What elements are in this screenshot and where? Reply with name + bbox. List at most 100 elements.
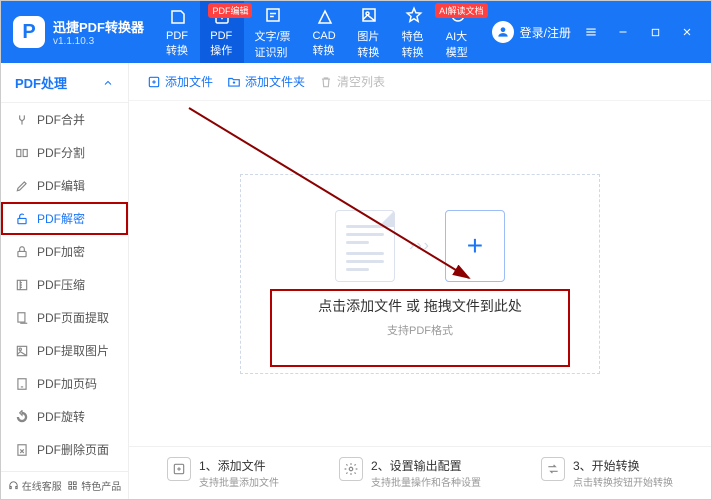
lock-icon [15,245,29,259]
add-folder-label: 添加文件夹 [245,73,305,90]
sidebar-header[interactable]: PDF处理 [1,63,128,103]
convert-icon [168,7,188,27]
split-icon [15,146,29,160]
step-sub: 点击转换按钮开始转换 [573,474,673,489]
tab-ocr[interactable]: 文字/票证识别 [244,1,302,63]
star-icon [404,5,424,25]
tab-pdf-convert[interactable]: PDF转换 [156,1,200,63]
clear-list-label: 清空列表 [337,73,385,90]
tab-label: 文字/票证识别 [254,28,292,60]
sidebar-item-decrypt[interactable]: PDF解密 [1,202,128,235]
products-button[interactable]: 特色产品 [67,478,121,493]
step-title: 1、添加文件 [199,457,279,474]
step-title: 3、开始转换 [573,457,673,474]
step-sub: 支持批量操作和各种设置 [371,474,481,489]
extract-page-icon [15,311,29,325]
add-folder-icon [227,75,241,89]
app-header: P 迅捷PDF转换器 v1.1.10.3 PDF转换 PDF编辑 PDF操作 文… [1,1,711,63]
extract-image-icon [15,344,29,358]
step-title: 2、设置输出配置 [371,457,481,474]
sidebar-item-label: PDF分割 [37,144,85,161]
arrow-dots-icon: ››› [409,237,431,255]
sidebar: PDF处理 PDF合并 PDF分割 PDF编辑 PDF解密 PDF加密 PDF压… [1,63,129,499]
cad-icon [315,7,335,27]
tab-cad[interactable]: CAD转换 [302,1,347,63]
ocr-icon [263,5,283,25]
app-title: 迅捷PDF转换器 [53,17,144,36]
products-label: 特色产品 [81,478,121,493]
sidebar-item-compress[interactable]: PDF压缩 [1,268,128,301]
logo-area: P 迅捷PDF转换器 v1.1.10.3 [1,16,156,48]
login-label: 登录/注册 [520,24,571,41]
drop-sub-text: 支持PDF格式 [387,322,453,338]
tab-ai[interactable]: AI解读文档 AI大模型 [436,1,480,63]
close-button[interactable] [675,20,699,44]
tab-pdf-operate[interactable]: PDF编辑 PDF操作 [200,1,244,63]
chevron-up-icon [102,77,114,89]
drop-zone[interactable]: ››› + 点击添加文件 或 拖拽文件到此处 支持PDF格式 [240,174,600,374]
add-file-button[interactable]: 添加文件 [147,73,213,90]
document-icon [335,210,395,282]
sidebar-item-label: PDF解密 [37,210,85,227]
tab-image[interactable]: 图片转换 [347,1,391,63]
image-icon [359,5,379,25]
rotate-icon [15,410,29,424]
sidebar-item-label: PDF加密 [37,243,85,260]
sidebar-item-label: PDF提取图片 [37,342,109,359]
merge-icon [15,113,29,127]
sidebar-item-label: PDF编辑 [37,177,85,194]
sidebar-item-encrypt[interactable]: PDF加密 [1,235,128,268]
tab-label: AI大模型 [446,28,470,60]
sidebar-item-label: PDF压缩 [37,276,85,293]
trash-icon [319,75,333,89]
minimize-button[interactable] [611,20,635,44]
app-version: v1.1.10.3 [53,36,144,47]
sidebar-item-label: PDF删除页面 [37,441,109,458]
sidebar-item-label: PDF页面提取 [37,309,109,326]
edit-icon [15,179,29,193]
sidebar-item-label: PDF加页码 [37,375,97,392]
unlock-icon [15,212,29,226]
sidebar-item-extract-image[interactable]: PDF提取图片 [1,334,128,367]
pagenumber-icon [15,377,29,391]
app-logo-icon: P [13,16,45,48]
main-panel: 添加文件 添加文件夹 清空列表 ››› + 点击添加文件 或 拖拽 [129,63,711,499]
menu-button[interactable] [579,20,603,44]
support-label: 在线客服 [22,478,62,493]
add-folder-button[interactable]: 添加文件夹 [227,73,305,90]
step-add-icon [167,457,191,481]
sidebar-item-edit[interactable]: PDF编辑 [1,169,128,202]
step-convert-icon [541,457,565,481]
delete-page-icon [15,443,29,457]
tab-label: CAD转换 [312,30,337,58]
step-3: 3、开始转换点击转换按钮开始转换 [541,457,673,489]
login-button[interactable]: 登录/注册 [492,21,571,43]
sidebar-item-rotate[interactable]: PDF旋转 [1,400,128,433]
sidebar-item-merge[interactable]: PDF合并 [1,103,128,136]
sidebar-item-delete-page[interactable]: PDF删除页面 [1,433,128,466]
sidebar-item-label: PDF合并 [37,111,85,128]
tab-label: PDF操作 [210,30,234,58]
avatar-icon [492,21,514,43]
maximize-button[interactable] [643,20,667,44]
sidebar-item-extract-page[interactable]: PDF页面提取 [1,301,128,334]
support-button[interactable]: 在线客服 [8,478,62,493]
step-settings-icon [339,457,363,481]
drop-main-text: 点击添加文件 或 拖拽文件到此处 [318,296,522,316]
tab-label: PDF转换 [166,30,190,58]
tab-label: 图片转换 [357,28,381,60]
sidebar-item-split[interactable]: PDF分割 [1,136,128,169]
badge-ai: AI解读文档 [435,3,488,18]
grid-icon [67,480,78,491]
clear-list-button[interactable]: 清空列表 [319,73,385,90]
drop-illustration: ››› + [335,210,505,282]
add-file-label: 添加文件 [165,73,213,90]
headset-icon [8,480,19,491]
step-2: 2、设置输出配置支持批量操作和各种设置 [339,457,481,489]
add-file-icon [147,75,161,89]
tab-label: 特色转换 [402,28,426,60]
compress-icon [15,278,29,292]
step-1: 1、添加文件支持批量添加文件 [167,457,279,489]
tab-special[interactable]: 特色转换 [392,1,436,63]
sidebar-item-pagenumber[interactable]: PDF加页码 [1,367,128,400]
